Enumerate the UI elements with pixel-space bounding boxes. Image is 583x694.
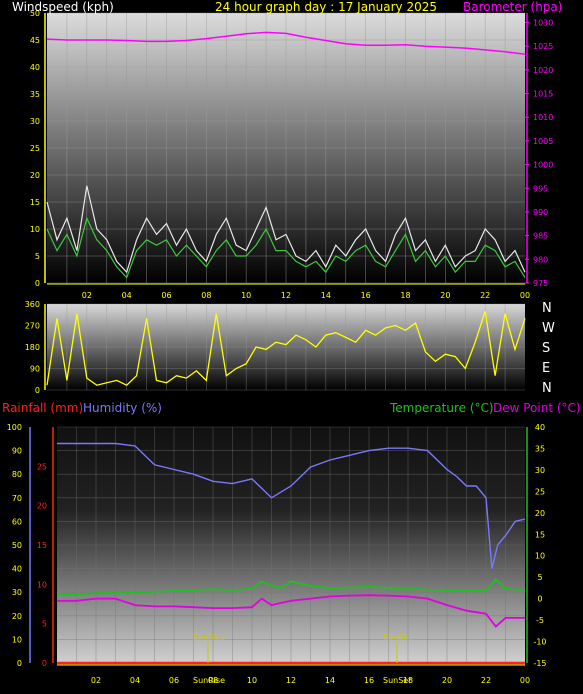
- sunset-label: SunSet: [383, 633, 411, 642]
- sunset-label-axis: SunSet: [383, 676, 411, 685]
- wind-x-tick-label: 20: [440, 291, 450, 300]
- humidity-y-tick-label: 10: [12, 635, 22, 644]
- direction-y-tick-label: 180: [25, 343, 40, 352]
- dewpoint-axis-title: Dew Point (°C): [493, 401, 581, 415]
- humidity-y-tick-label: 100: [7, 423, 22, 432]
- temp-y-tick-label: 40: [535, 423, 545, 432]
- climate-x-tick-label: 10: [247, 676, 257, 685]
- humidity-y-tick-label: 50: [12, 541, 22, 550]
- weather-graph: 0510152025303540455097598098599099510001…: [0, 0, 583, 694]
- baro-y-tick-label: 1030: [533, 18, 553, 27]
- climate-x-tick-label: 06: [169, 676, 179, 685]
- temp-y-tick-label: 15: [535, 530, 545, 539]
- wind-y-tick-label: 35: [30, 90, 40, 99]
- wind-x-tick-label: 08: [201, 291, 211, 300]
- humidity-y-tick-label: 90: [12, 447, 22, 456]
- compass-label-n-top: N: [542, 301, 552, 316]
- wind-x-tick-label: 14: [321, 291, 331, 300]
- rain-y-tick-label: 20: [37, 502, 47, 511]
- temp-y-tick-label: 25: [535, 487, 545, 496]
- humidity-y-tick-label: 20: [12, 612, 22, 621]
- wind-y-tick-label: 5: [35, 252, 40, 261]
- compass-label-w: W: [542, 321, 555, 336]
- compass-label-e: E: [542, 361, 550, 376]
- rain-y-tick-label: 0: [42, 659, 47, 668]
- wind-x-tick-label: 02: [82, 291, 92, 300]
- temperature-axis-title: Temperature (°C): [389, 401, 494, 415]
- temp-y-tick-label: 20: [535, 509, 545, 518]
- climate-x-tick-label: 04: [130, 676, 140, 685]
- wind-y-tick-label: 40: [30, 63, 40, 72]
- direction-y-tick-label: 0: [35, 386, 40, 395]
- wind-y-tick-label: 45: [30, 36, 40, 45]
- temp-y-tick-label: 0: [537, 595, 542, 604]
- chart-date-title: 24 hour graph day : 17 January 2025: [215, 0, 437, 14]
- rain-y-tick-label: 10: [37, 580, 47, 589]
- baro-y-tick-label: 1010: [533, 113, 553, 122]
- humidity-axis-title: Humidity (%): [83, 401, 162, 415]
- sunrise-label: SunRise: [193, 633, 225, 642]
- wind-x-tick-label: 10: [241, 291, 251, 300]
- humidity-y-tick-label: 0: [17, 659, 22, 668]
- wind-x-tick-label: 18: [400, 291, 410, 300]
- humidity-y-tick-label: 60: [12, 517, 22, 526]
- climate-x-tick-label: 14: [325, 676, 335, 685]
- humidity-y-tick-label: 80: [12, 470, 22, 479]
- wind-x-tick-label: 04: [122, 291, 132, 300]
- baro-y-tick-label: 1020: [533, 66, 553, 75]
- baro-y-tick-label: 1025: [533, 42, 553, 51]
- direction-y-tick-label: 90: [30, 365, 40, 374]
- rain-y-tick-label: 5: [42, 620, 47, 629]
- wind-y-tick-label: 25: [30, 144, 40, 153]
- climate-x-tick-label: 20: [442, 676, 452, 685]
- temp-y-tick-label: 35: [535, 444, 545, 453]
- temp-y-tick-label: -5: [536, 616, 544, 625]
- baro-y-tick-label: 990: [533, 208, 548, 217]
- wind-x-tick-label: 00: [520, 291, 530, 300]
- baro-y-tick-label: 980: [533, 255, 548, 264]
- humidity-y-tick-label: 30: [12, 588, 22, 597]
- baro-y-tick-label: 1015: [533, 90, 553, 99]
- direction-y-tick-label: 270: [25, 322, 40, 331]
- baro-y-tick-label: 975: [533, 279, 548, 288]
- temp-y-tick-label: -10: [533, 638, 546, 647]
- wind-y-tick-label: 15: [30, 198, 40, 207]
- wind-y-tick-label: 30: [30, 117, 40, 126]
- climate-x-tick-label: 02: [91, 676, 101, 685]
- wind-x-tick-label: 12: [281, 291, 291, 300]
- wind-y-tick-label: 10: [30, 225, 40, 234]
- baro-y-tick-label: 985: [533, 232, 548, 241]
- temp-y-tick-label: 10: [535, 552, 545, 561]
- humidity-y-tick-label: 70: [12, 494, 22, 503]
- compass-label-n-bottom: N: [542, 381, 552, 396]
- wind-axis-title: Windspeed (kph): [12, 0, 114, 14]
- wind-x-tick-label: 16: [361, 291, 371, 300]
- baro-y-tick-label: 1000: [533, 161, 553, 170]
- barometer-axis-title: Barometer (hpa): [463, 0, 562, 14]
- climate-x-tick-label: 22: [481, 676, 491, 685]
- wind-x-tick-label: 06: [161, 291, 171, 300]
- rainfall-axis-title: Rainfall (mm): [2, 401, 83, 415]
- temp-y-tick-label: -15: [533, 659, 546, 668]
- rain-y-tick-label: 25: [37, 462, 47, 471]
- wind-y-tick-label: 20: [30, 171, 40, 180]
- humidity-y-tick-label: 40: [12, 565, 22, 574]
- baro-y-tick-label: 995: [533, 184, 548, 193]
- sunrise-label-axis: SunRise: [193, 676, 225, 685]
- climate-x-tick-label: 16: [364, 676, 374, 685]
- climate-x-tick-label: 00: [520, 676, 530, 685]
- temp-y-tick-label: 30: [535, 466, 545, 475]
- rain-y-tick-label: 15: [37, 541, 47, 550]
- climate-x-tick-label: 12: [286, 676, 296, 685]
- direction-y-tick-label: 360: [25, 300, 40, 309]
- compass-label-s: S: [542, 341, 550, 356]
- baro-y-tick-label: 1005: [533, 137, 553, 146]
- wind-y-tick-label: 0: [35, 279, 40, 288]
- temp-y-tick-label: 5: [537, 573, 542, 582]
- wind-x-tick-label: 22: [480, 291, 490, 300]
